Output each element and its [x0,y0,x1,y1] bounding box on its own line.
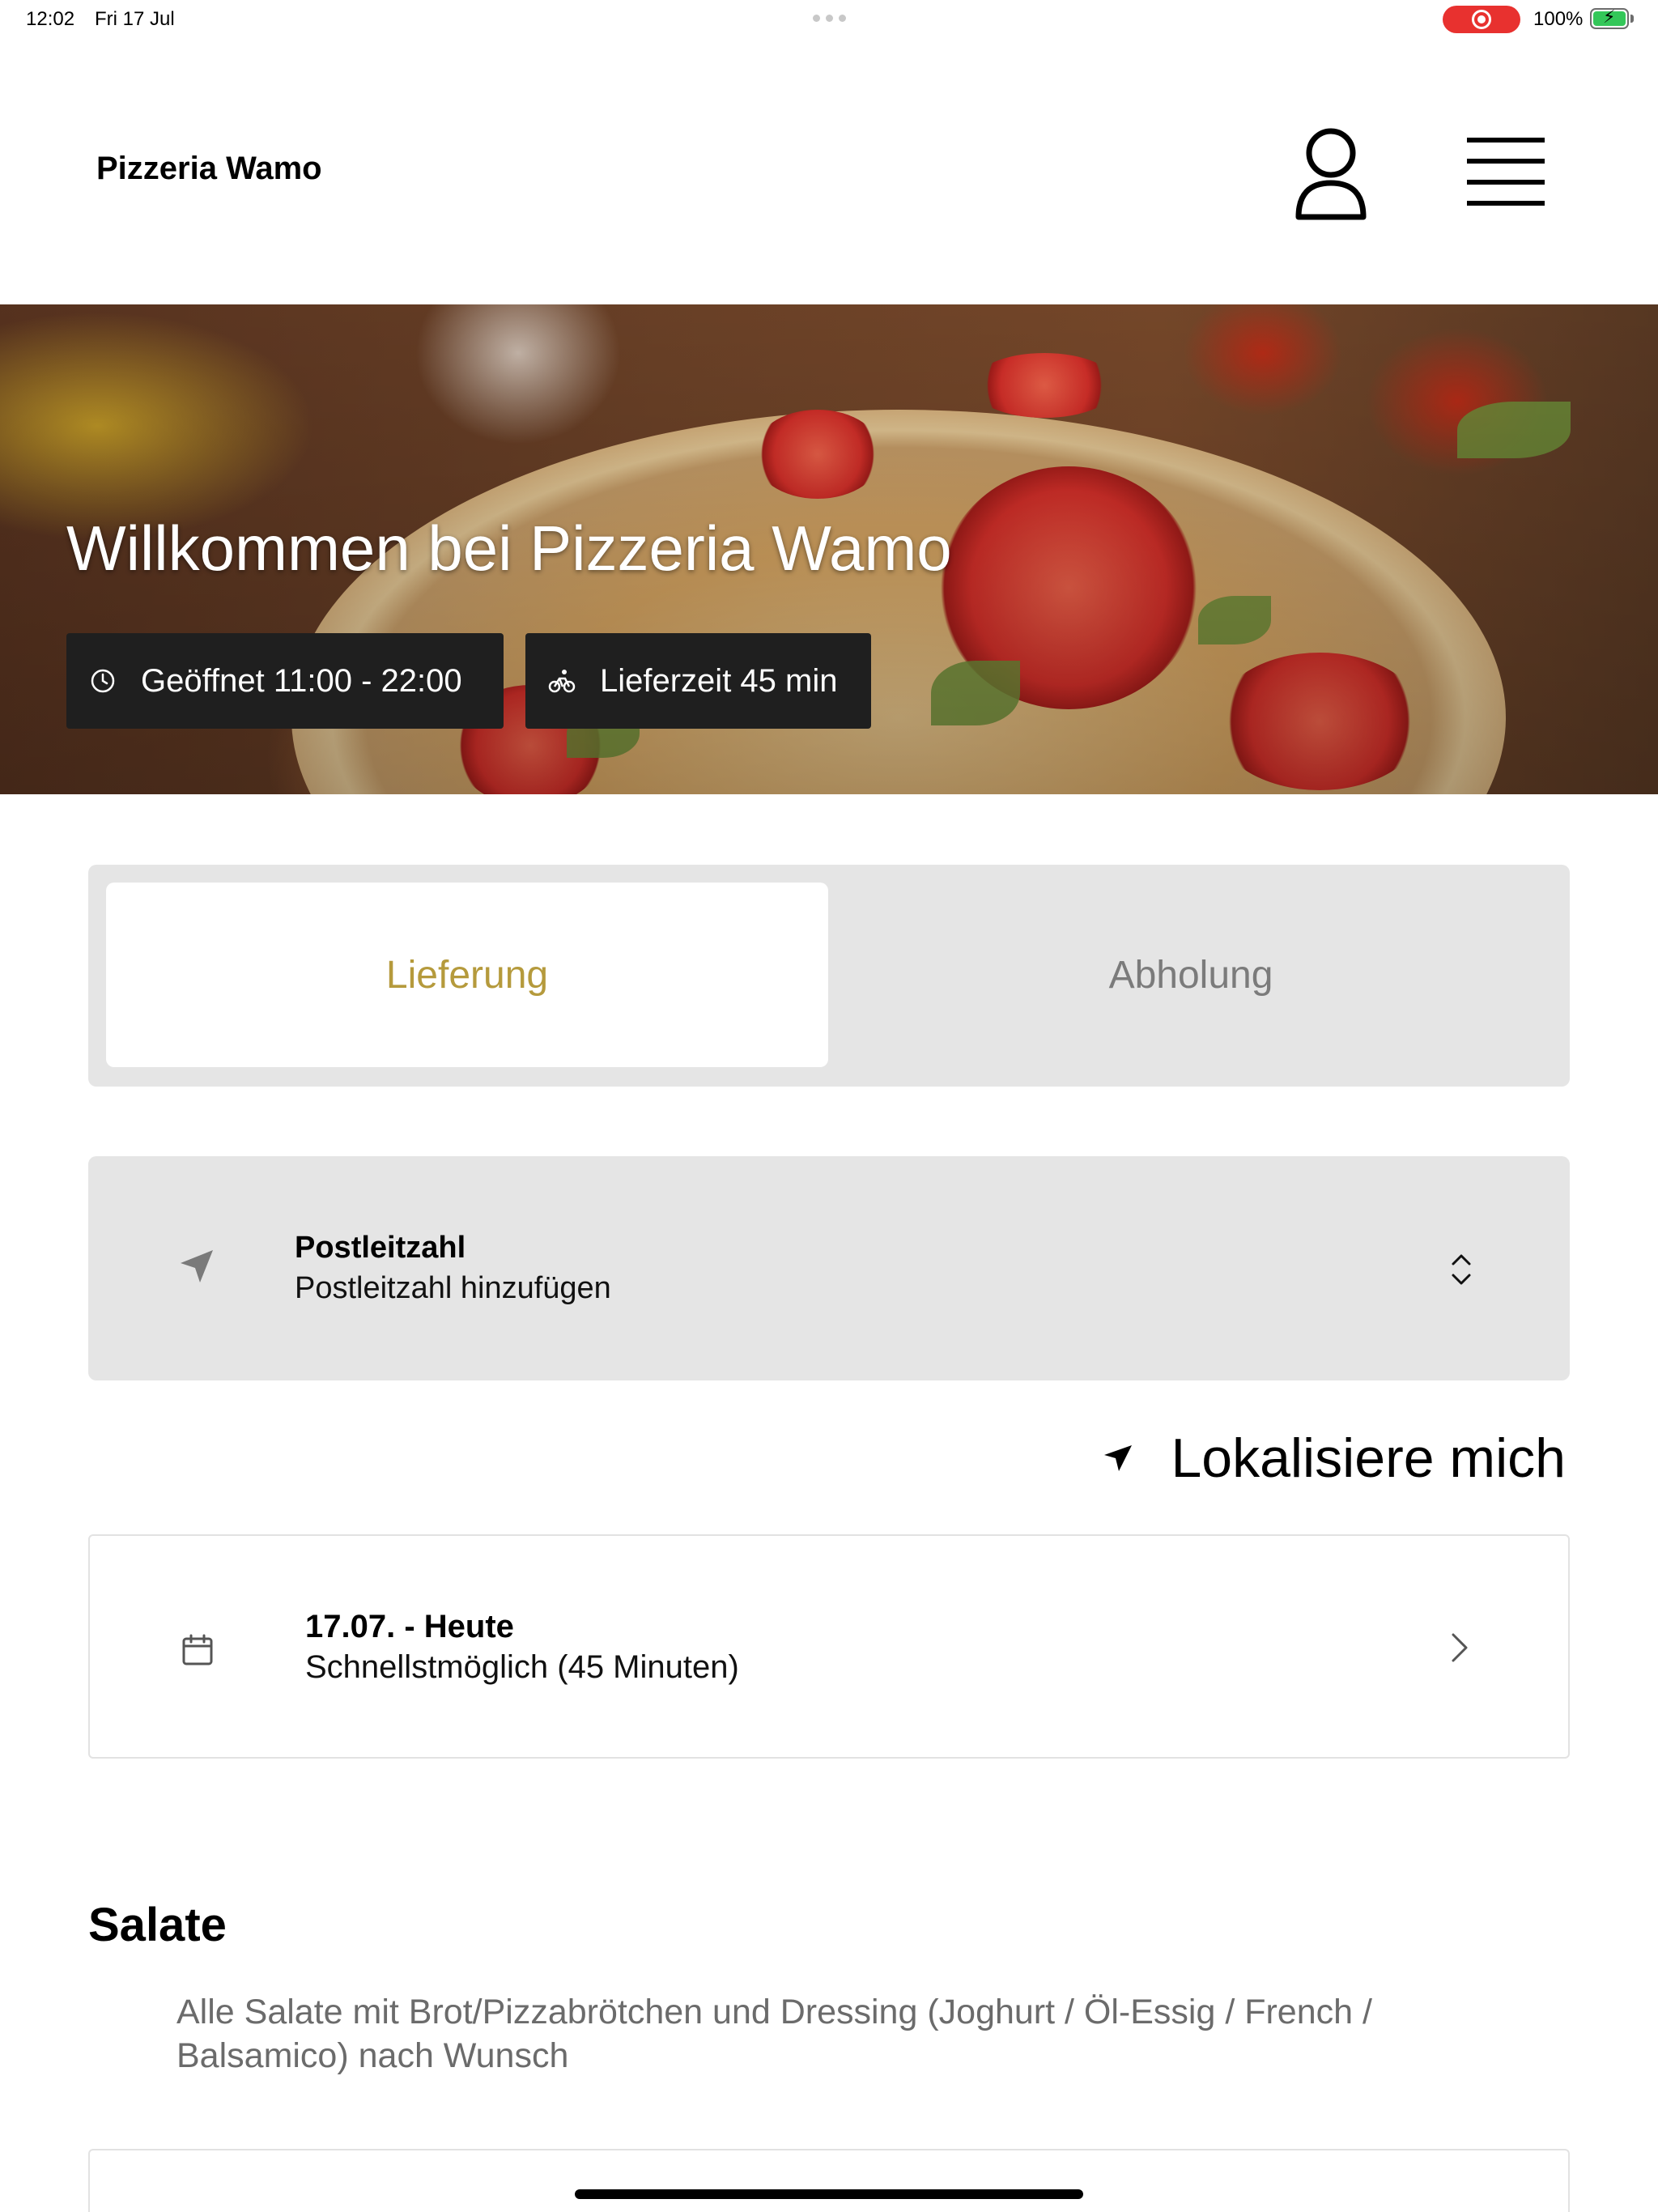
delivery-date-title: 17.07. - Heute [305,1609,514,1644]
home-indicator[interactable] [575,2189,1083,2199]
delivery-date-selector[interactable]: 17.07. - Heute Schnellstmöglich (45 Minu… [88,1534,1570,1759]
order-mode-switch: Lieferung Abholung [88,865,1570,1087]
localize-me-label: Lokalisiere mich [1171,1427,1566,1489]
brand-name[interactable]: Pizzeria Wamo [96,151,322,187]
localize-me-button[interactable]: Lokalisiere mich [1099,1427,1566,1490]
section-description: Alle Salate mit Brot/Pizzabrötchen und D… [176,1993,1372,2075]
opening-hours-text: Geöffnet 11:00 - 22:00 [141,662,462,699]
opening-hours-badge: Geöffnet 11:00 - 22:00 [66,633,504,729]
tab-lieferung[interactable]: Lieferung [106,883,828,1067]
menu-item-card[interactable] [88,2149,1570,2212]
clock-icon [91,669,115,693]
hero-title: Willkommen bei Pizzeria Wamo [66,513,952,584]
tab-abholung[interactable]: Abholung [830,883,1552,1067]
hamburger-menu-icon[interactable] [1465,136,1546,207]
hero-banner: Willkommen bei Pizzeria Wamo Geöffnet 11… [0,304,1658,794]
battery-percent: 100% [1533,8,1584,30]
user-icon[interactable] [1294,126,1368,223]
chevron-right-icon [1452,1633,1468,1662]
calendar-icon [182,1634,213,1665]
delivery-date-subtitle: Schnellstmöglich (45 Minuten) [305,1649,739,1685]
postal-code-placeholder: Postleitzahl hinzufügen [295,1271,611,1305]
screen-recording-icon[interactable] [1443,6,1520,33]
location-arrow-icon [1104,1445,1133,1471]
delivery-time-text: Lieferzeit 45 min [600,662,838,699]
postal-code-label: Postleitzahl [295,1231,466,1265]
postal-code-selector[interactable]: Postleitzahl Postleitzahl hinzufügen [88,1156,1570,1380]
status-time: 12:02 [26,8,75,30]
location-arrow-icon [181,1250,213,1283]
bicycle-icon [548,670,576,693]
app-header: Pizzeria Wamo [0,40,1658,304]
battery-icon [1590,6,1629,29]
multitasking-dots-icon[interactable] [813,15,846,22]
battery-tip [1630,15,1634,23]
status-bar: 12:02 Fri 17 Jul 100% [0,0,1658,40]
chevron-up-down-icon [1452,1254,1471,1285]
status-date: Fri 17 Jul [95,8,175,30]
delivery-time-badge: Lieferzeit 45 min [525,633,871,729]
section-title-salate: Salate [88,1899,227,1951]
